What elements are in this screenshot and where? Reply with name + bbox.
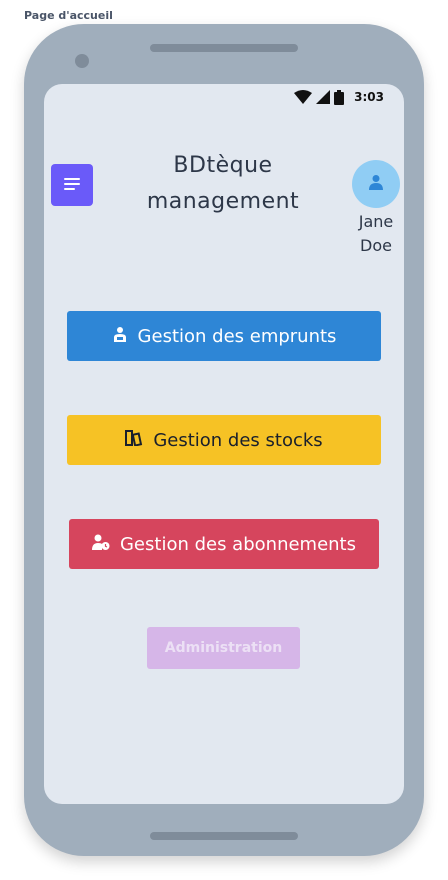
stocks-button-label: Gestion des stocks: [153, 429, 323, 451]
user-name: Jane Doe: [344, 210, 404, 258]
reader-icon: [112, 326, 128, 347]
books-icon: [125, 429, 143, 451]
loans-button-label: Gestion des emprunts: [137, 325, 337, 347]
signal-icon: [316, 90, 331, 104]
wifi-icon: [294, 90, 313, 104]
subscriptions-button[interactable]: Gestion des abonnements: [69, 519, 379, 569]
battery-icon: [334, 89, 345, 105]
user-first-name: Jane: [358, 212, 394, 231]
menu-button[interactable]: [51, 164, 93, 206]
avatar[interactable]: [352, 160, 400, 208]
subscriptions-button-label: Gestion des abonnements: [119, 533, 356, 555]
user-clock-icon: [91, 534, 110, 555]
app-title-line1: BDtèque: [173, 153, 273, 178]
page-caption: Page d'accueil: [24, 9, 113, 22]
admin-button[interactable]: Administration: [147, 627, 300, 669]
menu-icon: [64, 177, 80, 194]
app-title-line2: management: [146, 189, 300, 214]
phone-speaker: [150, 44, 298, 52]
app-title: BDtèque management: [128, 148, 318, 220]
phone-screen: 3:03 BDtèque management Jane Doe Gestion…: [44, 84, 404, 804]
phone-bottom-bar: [150, 832, 298, 840]
status-bar: 3:03: [294, 88, 384, 106]
phone-frame: 3:03 BDtèque management Jane Doe Gestion…: [24, 24, 424, 856]
user-icon: [368, 174, 384, 194]
user-last-name: Doe: [360, 236, 392, 255]
status-time: 3:03: [354, 90, 384, 104]
stocks-button[interactable]: Gestion des stocks: [67, 415, 381, 465]
loans-button[interactable]: Gestion des emprunts: [67, 311, 381, 361]
phone-camera: [75, 54, 89, 68]
